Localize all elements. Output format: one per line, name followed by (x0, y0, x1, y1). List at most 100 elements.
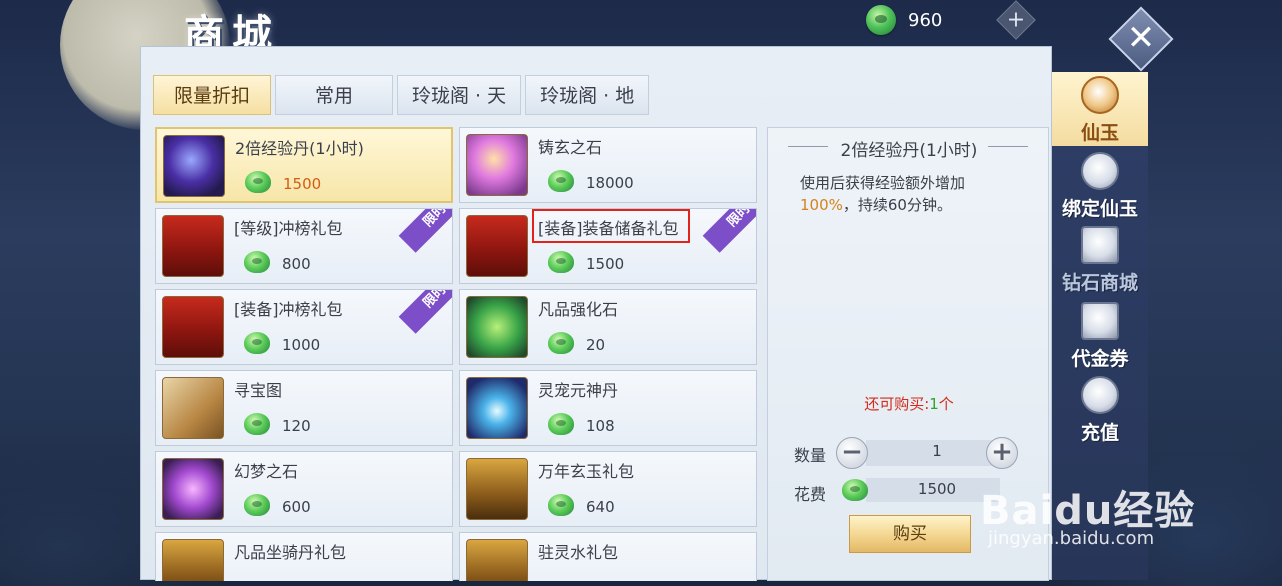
gold-chest-icon (466, 539, 528, 581)
item-card[interactable]: 驻灵水礼包 (459, 532, 757, 581)
jade-coin-icon (1081, 76, 1119, 114)
item-name: 凡品强化石 (538, 300, 619, 319)
item-card[interactable]: 凡品强化石 20 (459, 289, 757, 365)
jade-icon (245, 171, 271, 193)
green-stone-icon (466, 296, 528, 358)
tab-linglong-di[interactable]: 玲珑阁 · 地 (525, 75, 650, 115)
item-card[interactable]: [装备]冲榜礼包 1000 限时 (155, 289, 453, 365)
currency-value: 960 (908, 9, 943, 31)
jade-icon (866, 5, 896, 35)
jade-icon (244, 251, 270, 273)
tab-bar: 限量折扣 常用 玲珑阁 · 天 玲珑阁 · 地 (153, 75, 650, 115)
highlight-box (532, 209, 690, 243)
buy-button[interactable]: 购买 (849, 515, 971, 553)
desc-accent: 100% (800, 196, 843, 214)
item-card[interactable]: 2倍经验丹(1小时) 1500 (155, 127, 453, 203)
sidebar-item-label: 仙玉 (1080, 122, 1119, 144)
detail-description: 使用后获得经验额外增加 100%，持续60分钟。 (800, 172, 1030, 216)
item-price: 1000 (282, 336, 321, 354)
item-price: 1500 (586, 255, 625, 273)
item-price: 20 (586, 336, 606, 354)
item-card[interactable]: 幻梦之石 600 (155, 451, 453, 527)
jade-icon (548, 413, 574, 435)
item-name: 万年玄玉礼包 (538, 462, 635, 481)
bound-jade-icon (1081, 152, 1119, 190)
diamond-shop-icon (1081, 226, 1119, 264)
remaining-purchases: 还可购买:1个 (768, 393, 1050, 414)
add-currency-button[interactable]: + (996, 0, 1036, 40)
item-grid: 2倍经验丹(1小时) 1500 铸玄之石 18000 [等级]冲榜礼包 800 … (155, 127, 757, 581)
item-card[interactable]: [装备]装备储备礼包 1500 限时 (459, 208, 757, 284)
tab-limited-discount[interactable]: 限量折扣 (153, 75, 271, 115)
detail-title: 2倍经验丹(1小时) (840, 141, 978, 161)
limited-badge: 限时 (398, 209, 452, 253)
desc-text: ，持续60分钟。 (842, 196, 952, 214)
sidebar-item-label: 钻石商城 (1061, 272, 1138, 294)
jade-icon (548, 251, 574, 273)
item-name: [等级]冲榜礼包 (234, 219, 343, 238)
item-name: 灵宠元神丹 (538, 381, 619, 400)
gem-stone-icon (466, 134, 528, 196)
item-price: 600 (282, 498, 311, 516)
item-card[interactable]: [等级]冲榜礼包 800 限时 (155, 208, 453, 284)
voucher-icon (1081, 302, 1119, 340)
jade-icon (244, 332, 270, 354)
blue-orb-icon (466, 377, 528, 439)
cost-value: 1500 (917, 480, 957, 498)
item-card[interactable]: 寻宝图 120 (155, 370, 453, 446)
jade-icon (548, 494, 574, 516)
crystal-icon (162, 458, 224, 520)
jade-icon (244, 413, 270, 435)
desc-text: 使用后获得经验额外增加 (800, 174, 966, 192)
close-button[interactable]: ✕ (1108, 6, 1174, 72)
remain-count: 1 (929, 395, 939, 413)
shop-panel: 限量折扣 常用 玲珑阁 · 天 玲珑阁 · 地 2倍经验丹(1小时) 1500 … (140, 46, 1052, 581)
gold-chest-icon (162, 539, 224, 581)
item-price: 800 (282, 255, 311, 273)
item-price: 108 (586, 417, 615, 435)
currency-sidebar: 仙玉 绑定仙玉 钻石商城 代金券 充值 (1052, 72, 1148, 580)
item-name: 寻宝图 (234, 381, 283, 400)
plus-icon: + (1006, 7, 1026, 33)
item-card[interactable]: 凡品坐骑丹礼包 (155, 532, 453, 581)
gold-chest-icon (466, 458, 528, 520)
tab-common[interactable]: 常用 (275, 75, 393, 115)
item-price: 1500 (283, 175, 322, 193)
sidebar-item-voucher[interactable]: 代金券 (1052, 298, 1148, 372)
cost-label: 花费 (794, 485, 827, 504)
sidebar-item-label: 绑定仙玉 (1061, 198, 1138, 220)
scroll-map-icon (162, 377, 224, 439)
limited-badge: 限时 (702, 209, 756, 253)
recharge-icon (1081, 376, 1119, 414)
item-price: 18000 (586, 174, 634, 192)
sidebar-item-jade[interactable]: 仙玉 (1052, 72, 1148, 146)
red-chest-icon (466, 215, 528, 277)
quantity-stepper: 数量 − 1 + (794, 437, 1034, 469)
quantity-label: 数量 (794, 446, 827, 465)
sidebar-item-diamond-shop[interactable]: 钻石商城 (1052, 222, 1148, 296)
limited-badge: 限时 (398, 290, 452, 334)
tab-linglong-tian[interactable]: 玲珑阁 · 天 (397, 75, 522, 115)
item-card[interactable]: 万年玄玉礼包 640 (459, 451, 757, 527)
item-price: 640 (586, 498, 615, 516)
sidebar-item-label: 代金券 (1071, 348, 1129, 370)
sidebar-item-recharge[interactable]: 充值 (1052, 372, 1148, 446)
item-name: 2倍经验丹(1小时) (235, 139, 364, 158)
jade-icon (842, 479, 868, 501)
red-chest-icon (162, 296, 224, 358)
quantity-minus-button[interactable]: − (836, 437, 868, 469)
item-name: 幻梦之石 (234, 462, 299, 481)
quantity-value[interactable]: 1 (892, 442, 982, 460)
jade-icon (548, 332, 574, 354)
item-name: 铸玄之石 (538, 138, 603, 157)
item-card[interactable]: 铸玄之石 18000 (459, 127, 757, 203)
item-name: 凡品坐骑丹礼包 (234, 543, 347, 562)
red-chest-icon (162, 215, 224, 277)
exp-orb-icon (163, 135, 225, 197)
currency-display: 960 (866, 4, 942, 36)
item-name: [装备]冲榜礼包 (234, 300, 343, 319)
jade-icon (548, 170, 574, 192)
item-card[interactable]: 灵宠元神丹 108 (459, 370, 757, 446)
sidebar-item-bound-jade[interactable]: 绑定仙玉 (1052, 148, 1148, 222)
quantity-plus-button[interactable]: + (986, 437, 1018, 469)
